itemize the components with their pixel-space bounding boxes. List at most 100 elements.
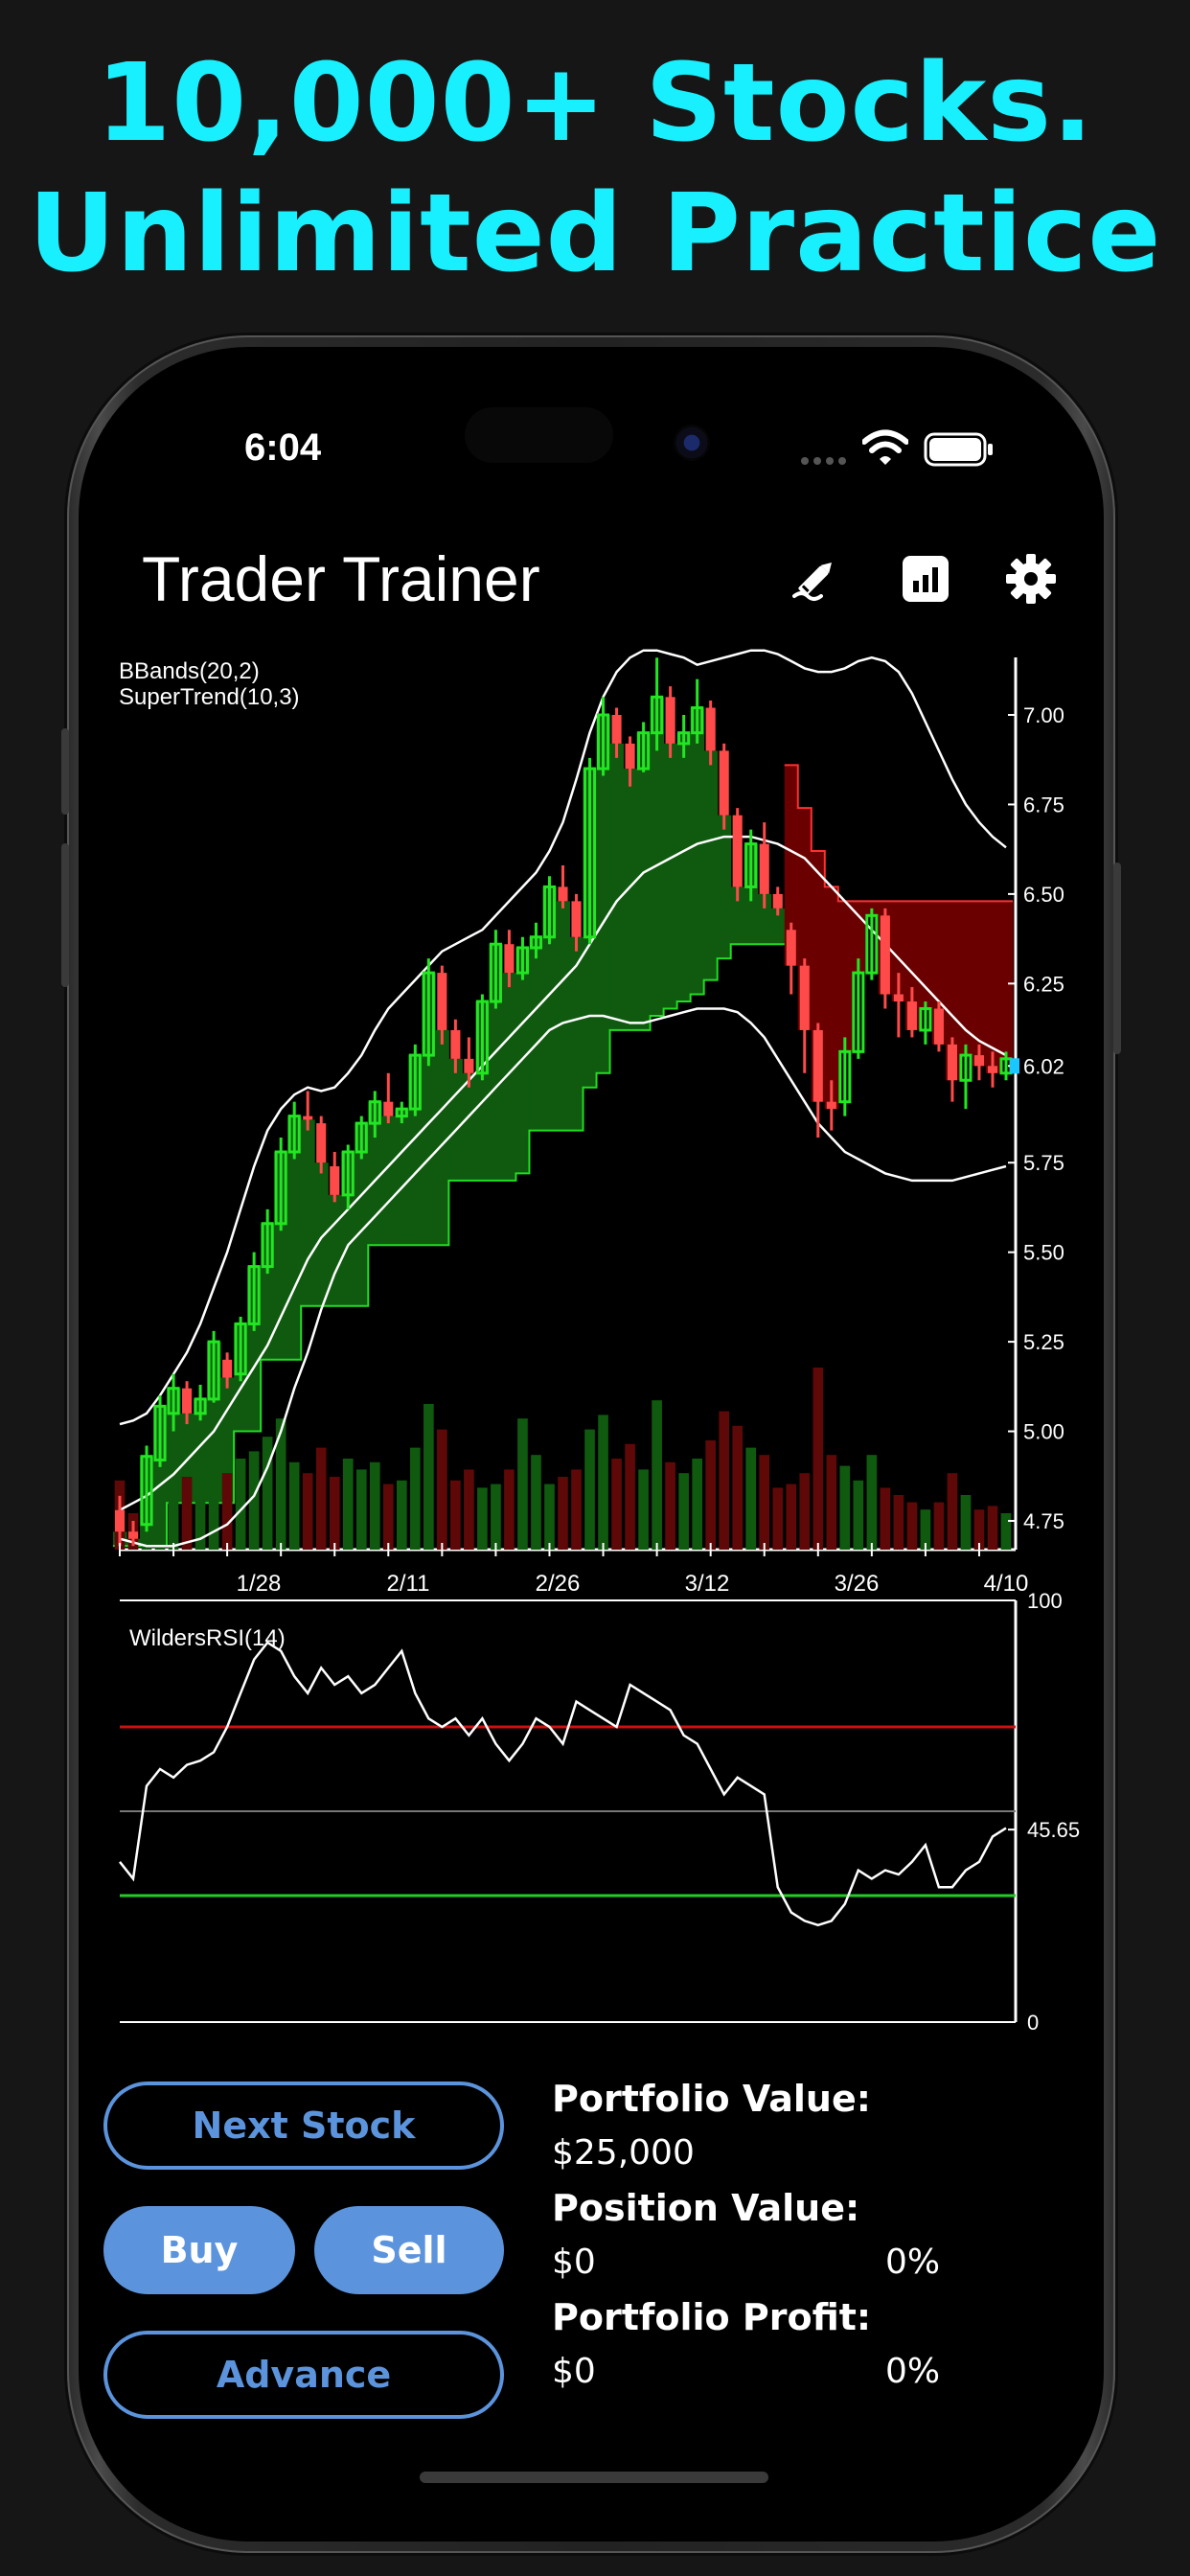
volume-bar (437, 1429, 447, 1550)
time-tick-label: 3/26 (835, 1571, 880, 1597)
rsi-line (119, 1641, 1007, 1927)
time-tick-label: 2/26 (536, 1571, 581, 1597)
current-price-marker (1010, 1058, 1019, 1074)
candle-body (973, 1055, 985, 1067)
time-tick-label: 2/11 (387, 1571, 430, 1597)
volume-bar (799, 1473, 811, 1550)
candle-body (906, 1001, 917, 1030)
time-tick-label: 3/12 (685, 1571, 730, 1597)
sell-button[interactable]: Sell (314, 2206, 504, 2294)
position-percent: 0% (885, 2242, 941, 2282)
volume-bar (504, 1469, 515, 1550)
volume-bar (329, 1477, 340, 1550)
price-tick-label: 5.25 (1023, 1330, 1064, 1354)
indicator-label-supertrend: SuperTrend(10,3) (119, 684, 300, 710)
volume-bar (652, 1400, 662, 1550)
supertrend-fill-down (998, 901, 1014, 1059)
buy-button[interactable]: Buy (103, 2206, 295, 2294)
volume-bar (1000, 1513, 1012, 1550)
volume-bar (678, 1473, 689, 1550)
supertrend-fill-up (448, 1058, 463, 1181)
portfolio-value-label: Portfolio Value: (552, 2078, 871, 2120)
time-tick-label: 4/10 (984, 1571, 1029, 1597)
volume-bar (745, 1447, 757, 1550)
candle-body (127, 1531, 139, 1539)
rsi-tick-label: 45.65 (1027, 1818, 1080, 1842)
candle-body (772, 893, 783, 908)
supertrend-fill-up (556, 901, 571, 1131)
volume-bar (880, 1487, 891, 1550)
rsi-tick-label: 0 (1027, 2011, 1039, 2035)
volume-bar (893, 1495, 904, 1550)
candle-body (222, 1359, 233, 1378)
volume-bar (544, 1484, 555, 1550)
candle-body (571, 901, 582, 937)
candle-body (893, 994, 904, 1002)
portfolio-profit-label: Portfolio Profit: (552, 2296, 872, 2338)
volume-bar (812, 1368, 824, 1550)
volume-bar (719, 1411, 730, 1550)
price-tick-label: 5.50 (1023, 1241, 1064, 1265)
indicator-label-bbands: BBands(20,2) (119, 658, 260, 684)
supertrend-fill-down (958, 901, 973, 1056)
volume-bar (355, 1469, 367, 1550)
position-value-label: Position Value: (552, 2187, 860, 2229)
volume-bar (288, 1461, 300, 1550)
next-stock-button[interactable]: Next Stock (103, 2082, 504, 2170)
candle-body (705, 707, 716, 751)
candle-body (812, 1029, 823, 1102)
volume-bar (839, 1465, 851, 1550)
volume-bar (665, 1461, 675, 1550)
supertrend-fill-up (623, 769, 638, 1030)
candle-body (880, 915, 890, 995)
rsi-tick-label: 100 (1027, 1589, 1063, 1613)
volume-bar (315, 1447, 327, 1550)
volume-bar (423, 1404, 434, 1550)
volume-bar (625, 1443, 635, 1550)
volume-bar (396, 1480, 407, 1550)
candle-body (450, 1029, 461, 1059)
supertrend-fill-up (515, 947, 530, 1174)
volume-bar (638, 1469, 649, 1550)
supertrend-fill-up (529, 936, 543, 1131)
supertrend-fill-down (824, 886, 839, 1110)
candle-body (786, 930, 796, 966)
volume-bar (154, 1455, 166, 1550)
volume-bar (987, 1506, 998, 1550)
price-tick-label: 5.75 (1023, 1151, 1064, 1175)
volume-bar (517, 1418, 528, 1550)
candle-body (558, 886, 568, 902)
volume-bar (732, 1425, 744, 1550)
candle-body (437, 973, 447, 1030)
volume-bar (960, 1495, 972, 1550)
candle-body (114, 1509, 126, 1532)
volume-bar (302, 1473, 313, 1550)
volume-bar (450, 1480, 461, 1550)
candle-body (464, 1058, 474, 1073)
candle-body (987, 1066, 998, 1073)
candle-body (611, 715, 622, 744)
volume-bar (262, 1437, 273, 1550)
candle-body (933, 1008, 944, 1045)
candle-body (947, 1044, 957, 1081)
supertrend-fill-up (690, 707, 705, 995)
supertrend-fill-up (381, 1116, 396, 1246)
portfolio-value: $25,000 (552, 2133, 695, 2173)
advance-button[interactable]: Advance (103, 2331, 504, 2419)
price-tick-label: 5.00 (1023, 1420, 1064, 1444)
volume-bar (947, 1473, 958, 1550)
price-tick-label: 6.50 (1023, 883, 1064, 907)
volume-bar (235, 1459, 246, 1550)
candle-body (330, 1165, 340, 1195)
price-tick-label: 4.75 (1023, 1509, 1064, 1533)
supertrend-fill-up (395, 1109, 409, 1246)
candle-body (303, 1116, 313, 1120)
volume-bar (221, 1473, 233, 1550)
volume-bar (598, 1414, 608, 1550)
candle-body (383, 1101, 394, 1116)
position-value: $0 (552, 2242, 596, 2282)
volume-bar (866, 1455, 878, 1550)
volume-bar (181, 1477, 193, 1550)
candle-body (719, 750, 729, 816)
volume-bar (342, 1459, 354, 1550)
